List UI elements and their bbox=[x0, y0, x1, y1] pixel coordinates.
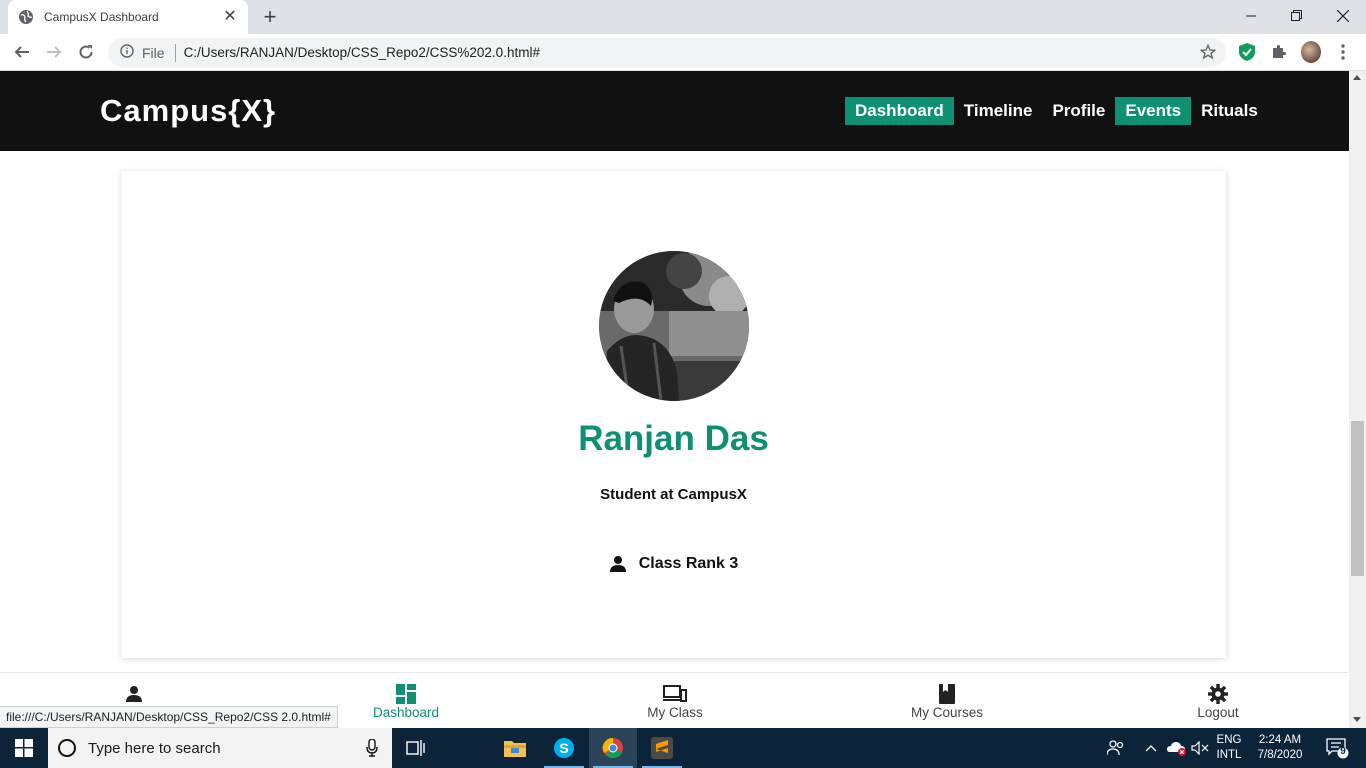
onedrive-error-icon[interactable] bbox=[1164, 728, 1190, 768]
info-icon[interactable] bbox=[120, 44, 134, 61]
shield-extension-icon[interactable] bbox=[1237, 42, 1257, 62]
scroll-up-arrow-icon[interactable] bbox=[1353, 75, 1361, 80]
notification-count: 9 bbox=[1340, 746, 1346, 757]
nav-timeline[interactable]: Timeline bbox=[954, 97, 1043, 125]
chevron-up-icon[interactable] bbox=[1140, 728, 1162, 768]
nav-profile[interactable]: Profile bbox=[1042, 97, 1115, 125]
lang-bottom: INTL bbox=[1216, 749, 1242, 761]
bottom-nav-label: My Class bbox=[647, 705, 703, 720]
profile-card: Ranjan Das Student at CampusX Class Rank… bbox=[121, 171, 1226, 658]
reload-icon[interactable] bbox=[74, 40, 98, 64]
microphone-icon[interactable] bbox=[366, 738, 378, 761]
file-explorer-icon[interactable] bbox=[491, 728, 539, 768]
sublime-text-icon[interactable] bbox=[638, 728, 686, 768]
volume-muted-icon[interactable] bbox=[1188, 728, 1212, 768]
status-bar-url: file:///C:/Users/RANJAN/Desktop/CSS_Repo… bbox=[0, 706, 338, 728]
page-scrollbar[interactable] bbox=[1349, 71, 1366, 728]
class-rank: Class Rank 3 bbox=[121, 555, 1226, 573]
bottom-nav-logout[interactable]: Logout bbox=[1148, 683, 1288, 720]
forward-arrow-icon[interactable] bbox=[42, 40, 66, 64]
puzzle-extensions-icon[interactable] bbox=[1269, 42, 1289, 62]
profile-avatar-icon[interactable] bbox=[1301, 41, 1321, 63]
site-header: Campus{X} Dashboard Timeline Profile Eve… bbox=[0, 71, 1349, 151]
profile-role: Student at CampusX bbox=[600, 486, 747, 503]
devices-icon bbox=[663, 683, 687, 705]
page-viewport: Campus{X} Dashboard Timeline Profile Eve… bbox=[0, 71, 1349, 728]
restore-icon[interactable] bbox=[1274, 0, 1320, 32]
close-window-icon[interactable] bbox=[1320, 0, 1366, 32]
globe-icon bbox=[18, 9, 34, 25]
tab-title: CampusX Dashboard bbox=[44, 10, 159, 24]
people-icon[interactable] bbox=[1094, 728, 1138, 768]
tab-close-icon[interactable]: ✕ bbox=[222, 9, 238, 25]
bottom-nav-label: Logout bbox=[1197, 705, 1239, 720]
task-view-icon[interactable] bbox=[392, 728, 440, 768]
nav-events[interactable]: Events bbox=[1115, 97, 1192, 125]
taskbar-search-placeholder: Type here to search bbox=[88, 739, 221, 757]
clock-time: 2:24 AM bbox=[1258, 734, 1302, 746]
input-language[interactable]: ENG INTL bbox=[1214, 733, 1244, 763]
address-bar[interactable]: File C:/Users/RANJAN/Desktop/CSS_Repo2/C… bbox=[108, 38, 1226, 67]
browser-tab[interactable]: CampusX Dashboard ✕ bbox=[8, 0, 248, 34]
cortana-icon bbox=[58, 739, 76, 757]
profile-name: Ranjan Das bbox=[578, 419, 769, 458]
bottom-nav-my-courses[interactable]: My Courses bbox=[877, 683, 1017, 720]
bottom-nav-label: My Courses bbox=[910, 705, 983, 720]
book-icon bbox=[939, 683, 955, 705]
skype-icon[interactable]: S bbox=[540, 728, 588, 768]
bottom-nav-my-class[interactable]: My Class bbox=[605, 683, 745, 720]
dashboard-icon bbox=[396, 683, 416, 705]
browser-toolbar: File C:/Users/RANJAN/Desktop/CSS_Repo2/C… bbox=[0, 34, 1366, 71]
gear-icon bbox=[1208, 683, 1228, 705]
svg-text:S: S bbox=[559, 740, 568, 756]
main-nav: Dashboard Timeline Profile Events Ritual… bbox=[845, 97, 1268, 125]
bookmark-star-icon[interactable] bbox=[1199, 43, 1217, 63]
omnibox-separator bbox=[174, 43, 176, 62]
bottom-nav-label: Dashboard bbox=[372, 705, 440, 720]
notification-center-icon[interactable]: 9 bbox=[1318, 728, 1358, 768]
bottom-nav-dashboard[interactable]: Dashboard bbox=[336, 683, 476, 720]
system-clock[interactable]: 2:24 AM 7/8/2020 bbox=[1252, 733, 1308, 763]
profile-photo bbox=[599, 251, 749, 401]
person-icon bbox=[609, 555, 627, 573]
windows-start-icon[interactable] bbox=[0, 728, 48, 768]
scroll-down-arrow-icon[interactable] bbox=[1353, 717, 1361, 722]
nav-dashboard[interactable]: Dashboard bbox=[845, 97, 954, 125]
taskbar-search[interactable]: Type here to search bbox=[48, 728, 392, 768]
nav-rituals[interactable]: Rituals bbox=[1191, 97, 1268, 125]
minimize-icon[interactable] bbox=[1228, 0, 1274, 32]
windows-taskbar: Type here to search S ENG INTL 2:24 AM 7… bbox=[0, 728, 1366, 768]
new-tab-button[interactable]: + bbox=[258, 6, 282, 28]
chrome-icon[interactable] bbox=[589, 728, 637, 768]
class-rank-label: Class Rank 3 bbox=[638, 555, 739, 572]
scrollbar-thumb[interactable] bbox=[1351, 421, 1364, 576]
clock-date: 7/8/2020 bbox=[1257, 749, 1303, 761]
browser-tabstrip: CampusX Dashboard ✕ + bbox=[0, 0, 1366, 34]
more-menu-icon[interactable] bbox=[1333, 42, 1353, 62]
lang-top: ENG bbox=[1216, 734, 1242, 746]
back-arrow-icon[interactable] bbox=[10, 40, 34, 64]
brand-logo[interactable]: Campus{X} bbox=[100, 93, 276, 129]
url-text[interactable]: C:/Users/RANJAN/Desktop/CSS_Repo2/CSS%20… bbox=[184, 45, 540, 60]
file-label: File bbox=[142, 44, 165, 61]
bottom-nav-profile[interactable] bbox=[64, 683, 204, 705]
person-icon bbox=[125, 683, 143, 705]
